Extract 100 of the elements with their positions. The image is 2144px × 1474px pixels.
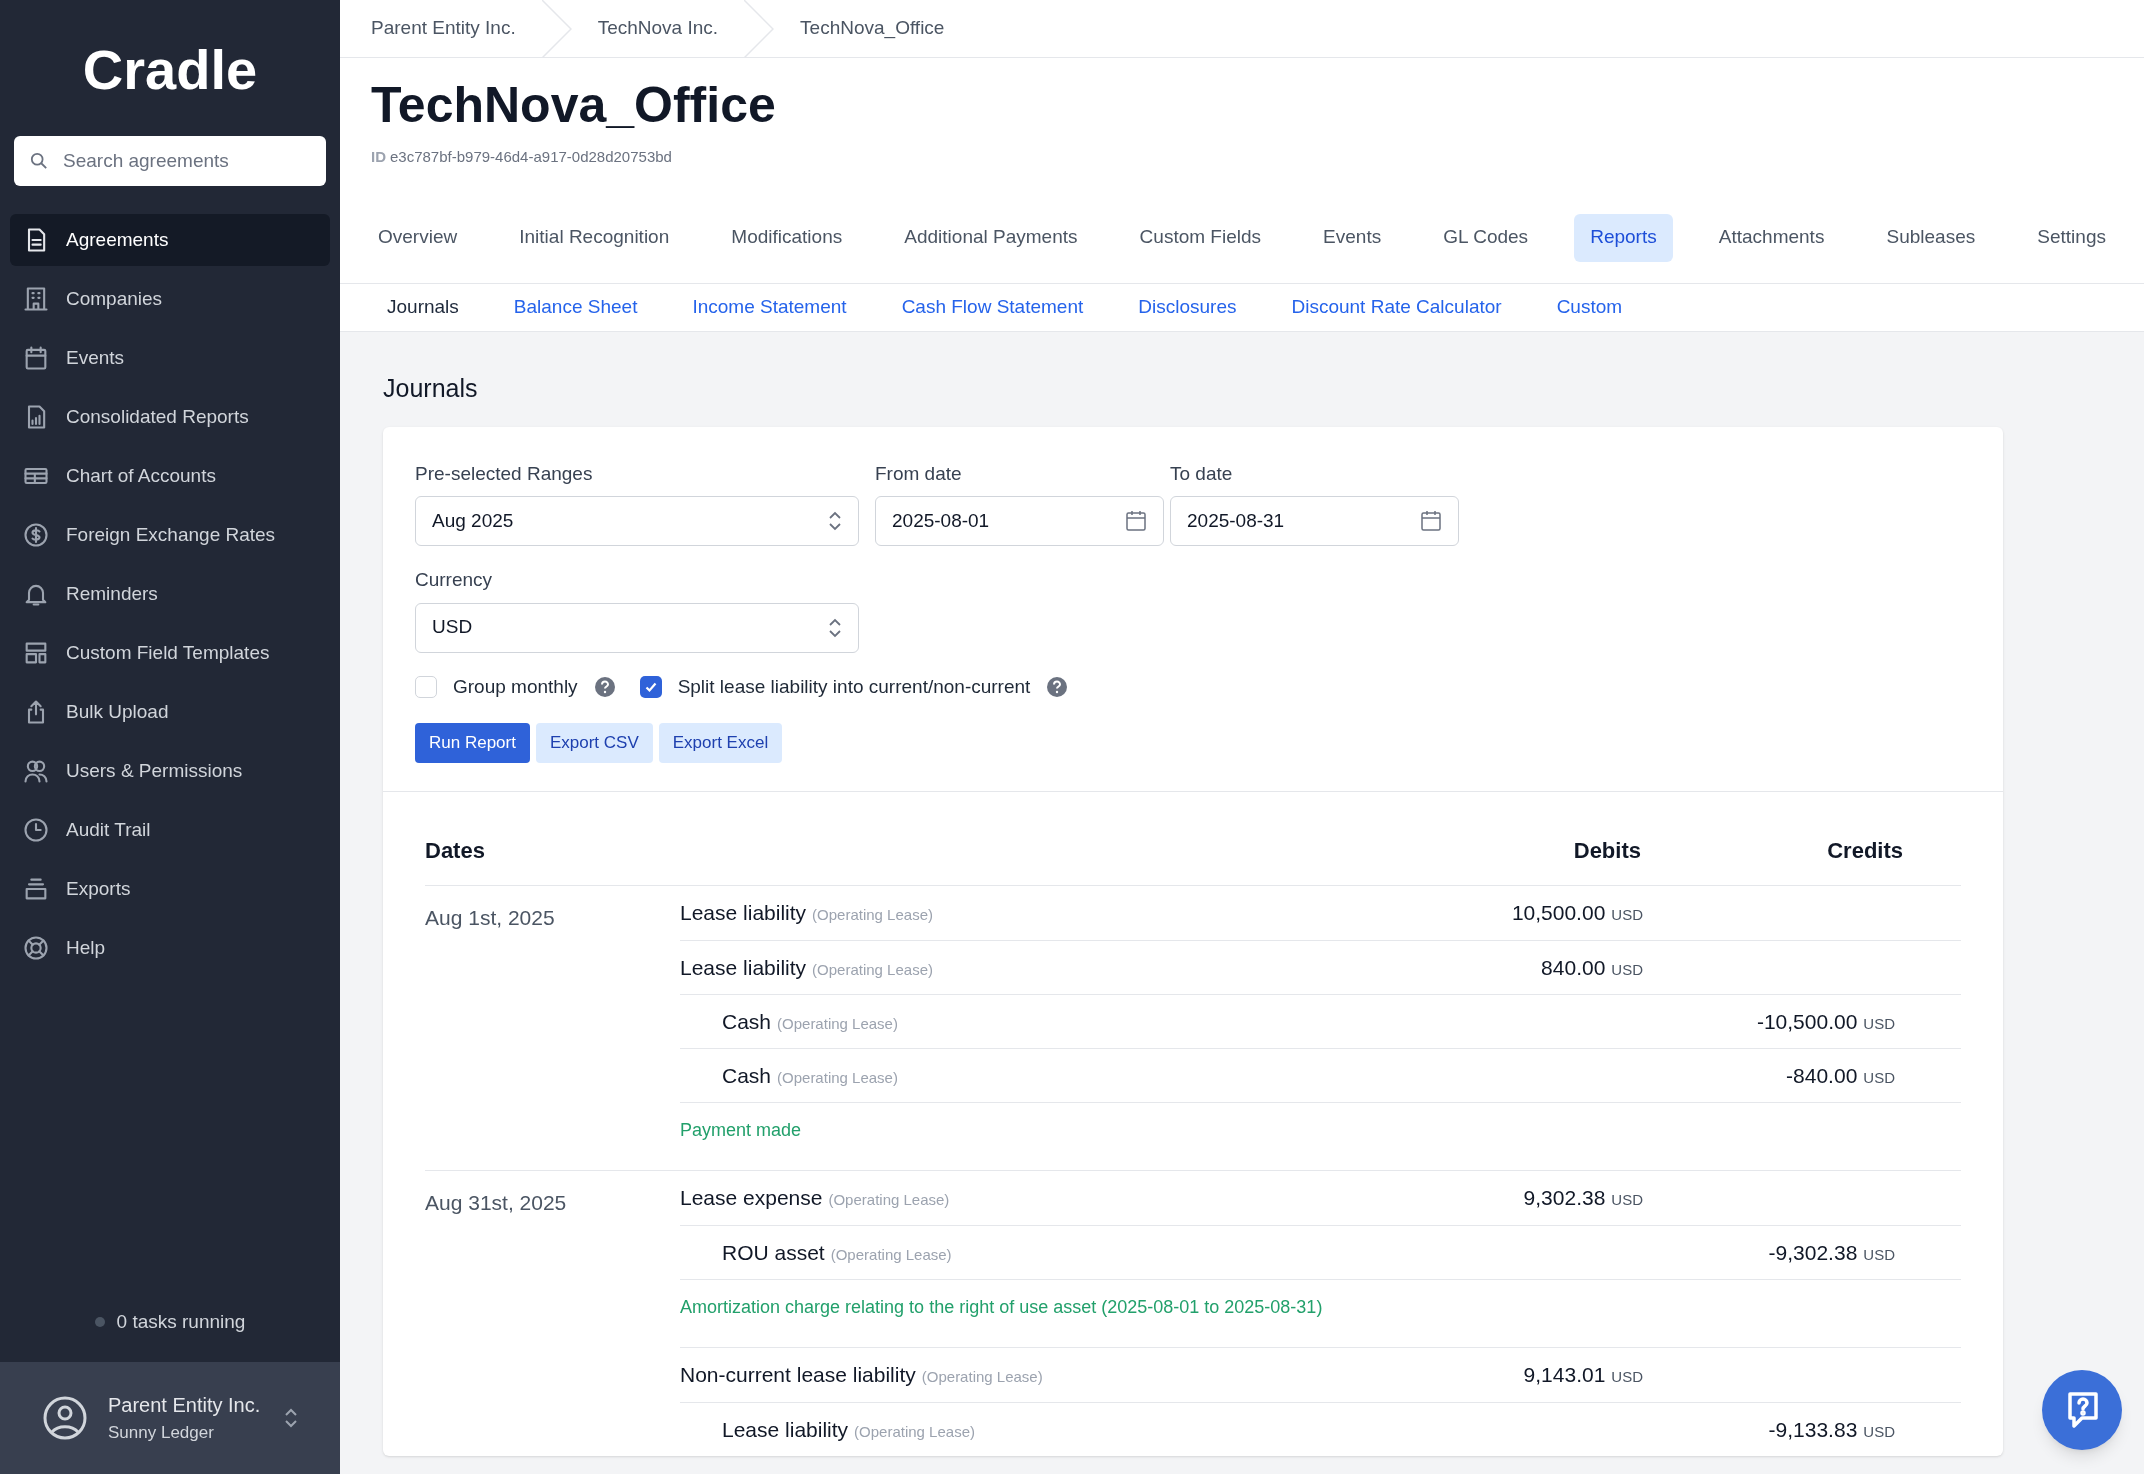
account-name: Parent Entity Inc.	[108, 1393, 262, 1419]
amount: -9,133.83	[1768, 1416, 1858, 1443]
calendar-icon	[1125, 510, 1147, 532]
nav-item[interactable]: Chart of Accounts	[10, 450, 330, 502]
currency-code: USD	[1863, 1244, 1895, 1265]
column-header: Dates	[425, 837, 486, 865]
subtab[interactable]: Cash Flow Statement	[901, 292, 1084, 322]
report-button[interactable]: Run Report	[415, 723, 530, 763]
nav-item[interactable]: Exports	[10, 863, 330, 915]
amount: 9,143.01	[1523, 1362, 1606, 1389]
nav-item[interactable]: Consolidated Reports	[10, 391, 330, 443]
tab[interactable]: GL Codes	[1427, 213, 1545, 262]
help-icon[interactable]	[593, 675, 616, 698]
account-name: ROU asset	[722, 1239, 825, 1266]
account-switcher[interactable]: Parent Entity Inc. Sunny Ledger	[0, 1362, 340, 1474]
column-header: Debits	[1572, 837, 1642, 865]
tab[interactable]: Initial Recognition	[503, 213, 686, 262]
nav-item[interactable]: Foreign Exchange Rates	[10, 509, 330, 561]
column-header: Credits	[1826, 837, 1904, 865]
range-select[interactable]: Aug 2025	[415, 496, 859, 546]
nav-item[interactable]: Events	[10, 332, 330, 384]
search-icon	[30, 152, 48, 170]
tab[interactable]: Custom Fields	[1123, 213, 1277, 262]
nav-item[interactable]: Agreements	[10, 214, 330, 266]
tab[interactable]: Reports	[1574, 213, 1673, 262]
amount: -10,500.00	[1756, 1008, 1858, 1035]
subtab[interactable]: Discount Rate Calculator	[1291, 292, 1502, 322]
date-field[interactable]: 2025-08-01	[875, 496, 1164, 546]
subtab[interactable]: Custom	[1556, 292, 1623, 322]
account-name: Lease expense	[680, 1185, 823, 1212]
tab[interactable]: Subleases	[1870, 213, 1992, 262]
currency-code: USD	[1611, 959, 1643, 980]
account-name: Lease liability	[680, 954, 807, 981]
nav-item[interactable]: Companies	[10, 273, 330, 325]
date-field[interactable]: 2025-08-31	[1170, 496, 1459, 546]
field-label: To date	[1170, 461, 1234, 486]
lifebuoy-icon	[22, 934, 50, 962]
search-field[interactable]: Search agreements	[14, 136, 326, 186]
account-type: (Operating Lease)	[921, 1367, 1043, 1388]
nav-item[interactable]: Reminders	[10, 568, 330, 620]
tab[interactable]: Settings	[2021, 213, 2122, 262]
currency-code: USD	[1611, 1367, 1643, 1388]
tasks-status: 0 tasks running	[116, 1309, 246, 1334]
user-avatar-icon	[42, 1395, 88, 1441]
id-value: e3c787bf-b979-46d4-a917-0d28d20753bd	[390, 147, 672, 167]
chevron-updown-icon	[828, 510, 842, 532]
help-icon[interactable]	[1046, 675, 1069, 698]
clock-icon	[22, 816, 50, 844]
account-type: (Operating Lease)	[812, 905, 933, 926]
report-button[interactable]: Export Excel	[658, 723, 783, 763]
checkbox[interactable]	[415, 675, 437, 698]
breadcrumb-link[interactable]: Parent Entity Inc.	[371, 0, 516, 57]
date-cell: Aug 1st, 2025	[425, 906, 555, 929]
amount: 9,302.38	[1523, 1185, 1606, 1212]
nav-item[interactable]: Users & Permissions	[10, 745, 330, 797]
subtab[interactable]: Disclosures	[1138, 292, 1237, 322]
section-title: Journals	[383, 375, 479, 401]
checkbox-label: Split lease liability into current/non-current	[677, 674, 1031, 699]
id-label: ID	[371, 147, 386, 167]
breadcrumb-link[interactable]: TechNova Inc.	[597, 0, 719, 57]
app-logo: Cradle	[81, 42, 259, 98]
subtab[interactable]: Income Statement	[692, 292, 847, 322]
account-name: Lease liability	[680, 900, 807, 927]
breadcrumb-link[interactable]: TechNova_Office	[800, 0, 945, 57]
field-label: Pre-selected Ranges	[415, 461, 594, 486]
field-label: Currency	[415, 568, 494, 592]
checkbox-label: Group monthly	[453, 674, 578, 699]
journal-note: Amortization charge relating to the right of use asset (2025-08-01 to 2025-08-31)	[680, 1297, 1323, 1317]
currency-code: USD	[1863, 1421, 1895, 1442]
tab[interactable]: Attachments	[1702, 213, 1841, 262]
account-type: (Operating Lease)	[812, 959, 933, 980]
tab[interactable]: Modifications	[715, 213, 859, 262]
amount: -840.00	[1786, 1062, 1858, 1089]
account-name: Non-current lease liability	[680, 1362, 916, 1389]
nav-item[interactable]: Help	[10, 922, 330, 974]
currency-select[interactable]: USD	[415, 602, 859, 653]
calendar-icon	[1420, 510, 1442, 532]
amount: 840.00	[1541, 954, 1606, 981]
currency-code: USD	[1863, 1013, 1895, 1034]
building-icon	[22, 285, 50, 313]
checkbox[interactable]	[639, 675, 662, 698]
tab[interactable]: Events	[1307, 213, 1398, 262]
tab[interactable]: Additional Payments	[888, 213, 1094, 262]
account-type: (Operating Lease)	[828, 1190, 950, 1211]
account-subtitle: Sunny Ledger	[108, 1422, 215, 1445]
account-type: (Operating Lease)	[777, 1013, 898, 1034]
account-name: Cash	[722, 1062, 772, 1089]
tab[interactable]: Overview	[362, 213, 474, 262]
page-title: TechNova_Office	[371, 80, 777, 130]
report-button[interactable]: Export CSV	[535, 723, 653, 763]
nav-item[interactable]: Bulk Upload	[10, 686, 330, 738]
subtab[interactable]: Balance Sheet	[513, 292, 638, 322]
chevron-updown-icon	[284, 1407, 298, 1429]
amount: 10,500.00	[1511, 900, 1606, 927]
nav-item[interactable]: Audit Trail	[10, 804, 330, 856]
nav-item[interactable]: Custom Field Templates	[10, 627, 330, 679]
amount: -9,302.38	[1768, 1239, 1858, 1266]
chevron-updown-icon	[828, 616, 842, 639]
subtab[interactable]: Journals	[387, 292, 459, 322]
date-cell: Aug 31st, 2025	[425, 1191, 567, 1214]
